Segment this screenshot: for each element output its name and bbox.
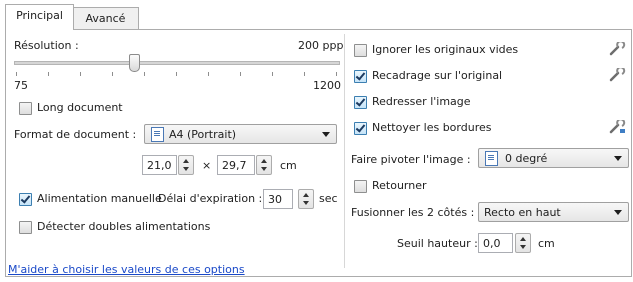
wrench-icon[interactable] <box>608 120 626 134</box>
document-icon <box>151 127 164 142</box>
spin-down-icon <box>183 167 189 171</box>
resolution-slider-track[interactable] <box>14 61 340 65</box>
slider-max-label: 1200 <box>313 79 341 92</box>
times-sign: × <box>202 159 212 172</box>
help-link[interactable]: M'aider à choisir les valeurs de ces opt… <box>8 263 245 276</box>
flip-label: Retourner <box>372 179 427 192</box>
slider-tick <box>176 72 177 76</box>
column-divider <box>344 34 345 268</box>
double-feed-checkbox[interactable] <box>19 221 32 234</box>
threshold-label: Seuil hauteur : <box>397 237 478 250</box>
double-feed-label: Détecter doubles alimentations <box>37 220 211 233</box>
wrench-icon[interactable] <box>608 42 626 56</box>
spin-up-icon <box>303 193 309 197</box>
merge-combo[interactable]: Recto en haut <box>478 202 629 222</box>
slider-tick <box>80 72 81 76</box>
straighten-checkbox[interactable] <box>354 96 367 109</box>
clean-borders-label: Nettoyer les bordures <box>372 121 492 134</box>
manual-feed-label: Alimentation manuelle <box>37 192 162 205</box>
size-unit: cm <box>280 159 297 172</box>
threshold-value: 0,0 <box>483 237 501 250</box>
slider-tick <box>48 72 49 76</box>
slider-tick <box>336 72 337 76</box>
slider-tick <box>144 72 145 76</box>
straighten-label: Redresser l'image <box>372 95 471 108</box>
timeout-value: 30 <box>268 193 282 206</box>
flip-checkbox[interactable] <box>354 180 367 193</box>
tab-avance[interactable]: Avancé <box>72 7 139 30</box>
timeout-label: Délai d'expiration : <box>158 192 263 205</box>
doc-format-label: Format de document : <box>14 128 137 141</box>
merge-label: Fusionner les 2 côtés : <box>351 206 475 219</box>
doc-format-combo[interactable]: A4 (Portrait) <box>144 124 337 144</box>
long-document-label: Long document <box>37 101 123 114</box>
merge-value: Recto en haut <box>484 206 561 219</box>
width-input[interactable]: 21,0 <box>142 155 177 175</box>
height-spinner[interactable] <box>256 155 272 175</box>
chevron-down-icon <box>322 132 330 137</box>
spin-down-icon <box>303 201 309 205</box>
spin-down-icon <box>520 245 526 249</box>
width-spinner[interactable] <box>178 155 194 175</box>
slider-tick <box>208 72 209 76</box>
document-icon <box>485 151 498 166</box>
long-document-checkbox[interactable] <box>19 102 32 115</box>
threshold-unit: cm <box>538 237 555 250</box>
slider-tick <box>240 72 241 76</box>
doc-format-value: A4 (Portrait) <box>169 128 237 141</box>
crop-original-checkbox[interactable] <box>354 70 367 83</box>
spin-up-icon <box>261 159 267 163</box>
spin-down-icon <box>261 167 267 171</box>
resolution-value: 200 ppp <box>298 39 344 52</box>
slider-min-label: 75 <box>14 79 28 92</box>
chevron-down-icon <box>614 156 622 161</box>
manual-feed-checkbox[interactable] <box>19 193 32 206</box>
height-value: 29,7 <box>222 159 247 172</box>
slider-tick <box>16 72 17 76</box>
height-input[interactable]: 29,7 <box>217 155 255 175</box>
crop-original-label: Recadrage sur l'original <box>372 69 503 82</box>
timeout-spinner[interactable] <box>298 189 314 209</box>
clean-borders-checkbox[interactable] <box>354 122 367 135</box>
rotate-combo[interactable]: 0 degré <box>478 148 629 168</box>
slider-tick <box>112 72 113 76</box>
slider-tick <box>304 72 305 76</box>
width-value: 21,0 <box>147 159 172 172</box>
slider-tick <box>272 72 273 76</box>
tab-principal[interactable]: Principal <box>5 4 74 30</box>
tab-bar: Principal Avancé <box>0 0 633 30</box>
rotate-label: Faire pivoter l'image : <box>351 153 471 166</box>
ignore-blank-label: Ignorer les originaux vides <box>372 43 519 56</box>
wrench-icon[interactable] <box>608 68 626 82</box>
resolution-slider-thumb[interactable] <box>128 54 140 72</box>
spin-up-icon <box>520 237 526 241</box>
threshold-spinner[interactable] <box>515 233 531 253</box>
rotate-value: 0 degré <box>505 152 548 165</box>
spin-up-icon <box>183 159 189 163</box>
resolution-label: Résolution : <box>14 39 79 52</box>
threshold-input[interactable]: 0,0 <box>478 233 513 253</box>
ignore-blank-checkbox[interactable] <box>354 44 367 57</box>
timeout-unit: sec <box>319 192 338 205</box>
chevron-down-icon <box>614 210 622 215</box>
timeout-input[interactable]: 30 <box>263 189 293 209</box>
